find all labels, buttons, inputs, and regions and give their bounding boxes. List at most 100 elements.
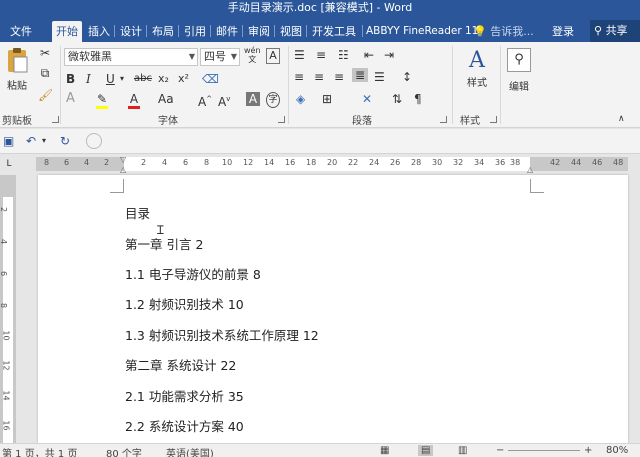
- tab-file[interactable]: 文件: [6, 21, 36, 42]
- italic-icon[interactable]: I: [86, 72, 91, 86]
- tell-me-box[interactable]: 💡 告诉我...: [473, 21, 534, 42]
- undo-icon[interactable]: ↶: [26, 134, 36, 148]
- shading-icon[interactable]: ◈: [296, 92, 305, 106]
- collapse-ribbon-icon[interactable]: ∧: [618, 112, 625, 126]
- chevron-down-icon[interactable]: ▾: [120, 72, 124, 86]
- print-layout-icon[interactable]: ▥: [458, 445, 467, 456]
- tab-insert[interactable]: 插入: [84, 21, 114, 42]
- grow-font-icon[interactable]: A^: [198, 92, 212, 109]
- tab-developer[interactable]: 开发工具: [308, 21, 360, 42]
- zoom-in-icon[interactable]: +: [584, 445, 592, 456]
- macro-icon[interactable]: ▦: [380, 445, 389, 456]
- clipboard-icon: [8, 48, 28, 73]
- numbering-icon[interactable]: ≡: [316, 48, 326, 62]
- zoom-level[interactable]: 80%: [606, 445, 628, 456]
- first-line-indent-marker[interactable]: ▽: [120, 155, 126, 164]
- font-color-icon[interactable]: A: [128, 92, 140, 109]
- tab-review[interactable]: 审阅: [244, 21, 274, 42]
- horizontal-ruler: L 8 6 4 2 2 4 6 8 10 12 14 16 18 20 22 2…: [0, 155, 640, 174]
- justify-icon[interactable]: ≣: [352, 68, 368, 82]
- highlight-icon[interactable]: ✎: [96, 92, 108, 109]
- superscript-icon[interactable]: x²: [178, 72, 189, 86]
- decrease-indent-icon[interactable]: ⇤: [364, 48, 374, 62]
- tab-references[interactable]: 引用: [180, 21, 210, 42]
- toc-entry[interactable]: 2.1 功能需求分析 35: [125, 386, 244, 405]
- toc-heading[interactable]: 目录: [125, 203, 150, 222]
- cut-icon[interactable]: ✂: [38, 46, 52, 60]
- document-page[interactable]: 目录 Ɪ 第一章 引言 2 1.1 电子导游仪的前景 8 1.2 射频识别技术 …: [38, 175, 628, 443]
- toc-entry[interactable]: 第一章 引言 2: [125, 234, 203, 253]
- zoom-slider[interactable]: [508, 450, 580, 451]
- ruler-mark: 24: [369, 158, 380, 167]
- vruler-mark: 6: [0, 271, 8, 276]
- status-bar: 第 1 页，共 1 页 80 个字 英语(美国) ▦ ▤ ▥ − + 80%: [0, 443, 640, 457]
- font-name-combo[interactable]: 微软雅黑 ▼: [64, 48, 198, 66]
- login-link[interactable]: 登录: [552, 21, 574, 42]
- toc-entry[interactable]: 2.2 系统设计方案 40: [125, 416, 244, 435]
- toc-entry[interactable]: 1.1 电子导游仪的前景 8: [125, 264, 261, 283]
- styles-button[interactable]: A 样式: [460, 48, 494, 89]
- tab-mailings[interactable]: 邮件: [212, 21, 242, 42]
- chevron-down-icon[interactable]: ▾: [42, 134, 46, 148]
- toc-entry[interactable]: 第二章 系统设计 22: [125, 355, 236, 374]
- clipboard-group-label: 剪贴板: [2, 116, 32, 127]
- multilevel-list-icon[interactable]: ☷: [338, 48, 349, 62]
- word-count[interactable]: 80 个字: [106, 445, 142, 457]
- toc-entry[interactable]: 1.2 射频识别技术 10: [125, 294, 244, 313]
- char-border-icon[interactable]: A: [266, 48, 280, 64]
- ruler-mark: 4: [162, 158, 168, 167]
- save-icon[interactable]: ▣: [3, 134, 14, 148]
- text-effects-icon[interactable]: A: [66, 92, 75, 106]
- align-center-icon[interactable]: ≡: [314, 70, 324, 84]
- share-button[interactable]: ⚲ 共享: [590, 20, 640, 42]
- copy-icon[interactable]: ⧉: [38, 66, 52, 80]
- tab-home[interactable]: 开始: [52, 21, 82, 42]
- clear-format-icon[interactable]: ⌫: [202, 72, 219, 86]
- char-shading-icon[interactable]: A: [246, 92, 260, 106]
- tab-selector-icon[interactable]: L: [2, 159, 16, 171]
- tab-abbyy[interactable]: ABBYY FineReader 11: [362, 21, 482, 42]
- editing-button[interactable]: ⚲ 编辑: [504, 48, 534, 93]
- strikethrough-icon[interactable]: abc: [134, 72, 152, 86]
- underline-icon[interactable]: U: [106, 72, 115, 86]
- hanging-indent-marker[interactable]: △: [120, 165, 126, 174]
- format-painter-icon[interactable]: 🖌: [38, 88, 53, 102]
- tab-view[interactable]: 视图: [276, 21, 306, 42]
- right-indent-marker[interactable]: △: [527, 165, 533, 174]
- font-size-combo[interactable]: 四号 ▼: [200, 48, 240, 66]
- bullets-icon[interactable]: ☰: [294, 48, 305, 62]
- read-mode-icon[interactable]: ▤: [418, 445, 434, 456]
- align-left-icon[interactable]: ≡: [294, 70, 304, 84]
- bold-icon[interactable]: B: [66, 72, 75, 86]
- zoom-out-icon[interactable]: −: [496, 445, 504, 456]
- language-indicator[interactable]: 英语(美国): [166, 445, 214, 457]
- subscript-icon[interactable]: x₂: [158, 72, 169, 86]
- paragraph-launcher-icon[interactable]: [440, 116, 447, 123]
- page-count[interactable]: 第 1 页，共 1 页: [2, 445, 77, 457]
- align-right-icon[interactable]: ≡: [334, 70, 344, 84]
- sort-icon[interactable]: ⇅: [392, 92, 402, 106]
- change-case-icon[interactable]: Aa: [158, 92, 174, 106]
- styles-launcher-icon[interactable]: [490, 116, 497, 123]
- paste-button[interactable]: 粘贴: [3, 46, 31, 92]
- lightbulb-icon: 💡: [473, 25, 487, 38]
- touch-mode-icon[interactable]: [86, 133, 102, 149]
- editing-button-label: 编辑: [509, 82, 529, 93]
- chevron-down-icon: ▼: [230, 52, 237, 61]
- toc-entry[interactable]: 1.3 射频识别技术系统工作原理 12: [125, 325, 319, 344]
- shrink-font-icon[interactable]: Av: [218, 92, 230, 109]
- show-marks-icon[interactable]: ¶: [414, 92, 422, 106]
- ruler-mark: 32: [453, 158, 464, 167]
- increase-indent-icon[interactable]: ⇥: [384, 48, 394, 62]
- phonetic-guide-icon[interactable]: wén 文: [244, 46, 261, 64]
- redo-icon[interactable]: ↻: [60, 134, 70, 148]
- clipboard-launcher-icon[interactable]: [52, 116, 59, 123]
- tab-layout[interactable]: 布局: [148, 21, 178, 42]
- chinese-layout-icon[interactable]: ✕: [362, 92, 372, 106]
- line-spacing-icon[interactable]: ↕: [402, 70, 412, 84]
- distributed-icon[interactable]: ☰: [374, 70, 385, 84]
- enclose-char-icon[interactable]: 字: [266, 92, 280, 108]
- font-launcher-icon[interactable]: [278, 116, 285, 123]
- borders-icon[interactable]: ⊞: [322, 92, 332, 106]
- tab-design[interactable]: 设计: [116, 21, 146, 42]
